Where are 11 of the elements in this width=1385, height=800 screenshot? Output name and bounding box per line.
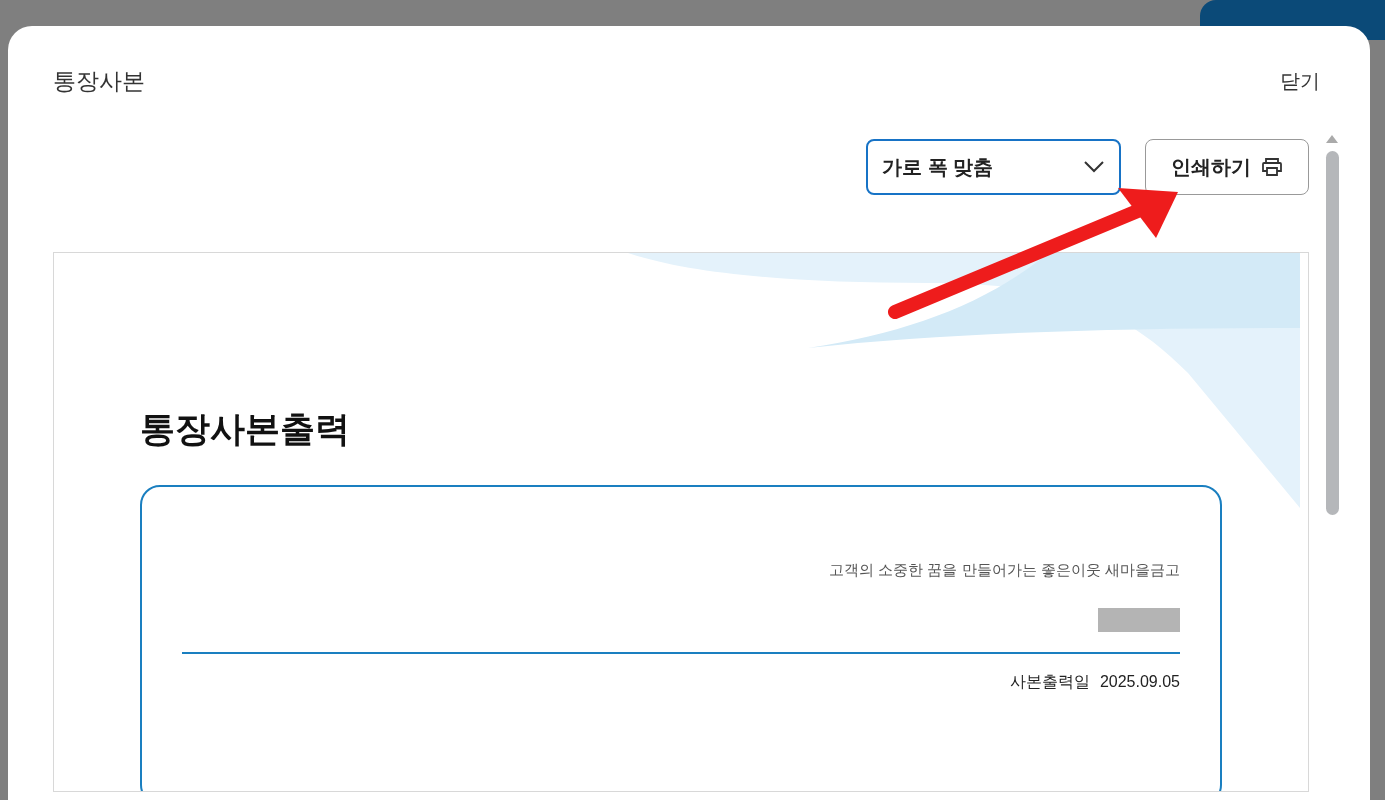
dialog-title: 통장사본 bbox=[53, 67, 145, 96]
close-button[interactable]: 닫기 bbox=[1280, 66, 1320, 97]
document-title: 통장사본출력 bbox=[140, 407, 351, 450]
slogan-text: 고객의 소중한 꿈을 만들어가는 좋은이웃 새마을금고 bbox=[829, 560, 1180, 580]
printer-icon bbox=[1261, 156, 1283, 177]
print-date-label: 사본출력일 bbox=[1009, 671, 1090, 692]
print-date: 2025.09.05 bbox=[1099, 671, 1180, 692]
scrollbar-thumb[interactable] bbox=[1326, 150, 1339, 515]
scroll-up-icon[interactable] bbox=[1326, 134, 1338, 143]
chevron-down-icon bbox=[1083, 159, 1105, 174]
zoom-select[interactable]: 가로 폭 맞춤 bbox=[866, 138, 1121, 195]
